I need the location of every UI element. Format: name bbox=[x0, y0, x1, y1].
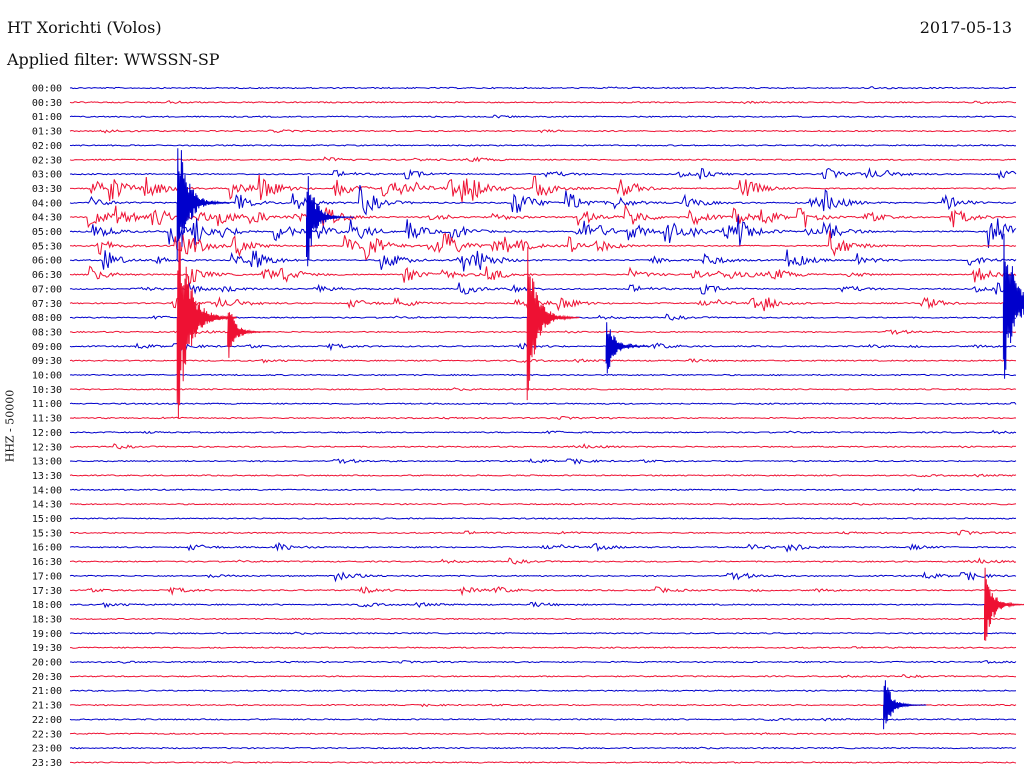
time-tick-label: 02:30 bbox=[32, 155, 62, 166]
time-tick-label: 09:30 bbox=[32, 356, 62, 367]
time-tick-label: 22:30 bbox=[32, 729, 62, 740]
trace-line bbox=[70, 327, 1017, 335]
trace-line bbox=[69, 203, 1017, 229]
trace-line bbox=[69, 429, 1017, 435]
time-tick-label: 21:30 bbox=[32, 701, 62, 712]
trace-line bbox=[69, 144, 1017, 147]
trace-line bbox=[69, 282, 1017, 295]
time-tick-label: 18:30 bbox=[32, 614, 62, 625]
time-tick-label: 13:00 bbox=[32, 457, 62, 468]
time-tick-label: 06:30 bbox=[32, 270, 62, 281]
trace-line bbox=[69, 703, 1017, 708]
time-tick-label: 05:00 bbox=[32, 227, 62, 238]
time-tick-label: 20:30 bbox=[32, 672, 62, 683]
time-tick-label: 17:30 bbox=[32, 586, 62, 597]
time-tick-label: 04:30 bbox=[32, 213, 62, 224]
trace-line bbox=[70, 174, 1017, 203]
time-tick-label: 11:30 bbox=[32, 414, 62, 425]
trace-line bbox=[69, 265, 1017, 284]
event-trace bbox=[526, 246, 580, 401]
time-tick-label: 19:00 bbox=[32, 629, 62, 640]
time-tick-label: 23:30 bbox=[32, 758, 62, 769]
trace-line bbox=[69, 617, 1017, 621]
time-tick-label: 14:30 bbox=[32, 500, 62, 511]
trace-line bbox=[69, 732, 1017, 736]
event-trace bbox=[1002, 233, 1024, 379]
trace-line bbox=[70, 761, 1017, 764]
time-tick-label: 07:00 bbox=[32, 284, 62, 295]
time-tick-label: 00:00 bbox=[32, 84, 62, 95]
trace-line bbox=[70, 646, 1017, 649]
trace-line bbox=[69, 473, 1017, 478]
trace-line bbox=[69, 167, 1017, 180]
time-tick-label: 21:00 bbox=[32, 686, 62, 697]
time-tick-label: 09:00 bbox=[32, 342, 62, 353]
time-tick-label: 03:30 bbox=[32, 184, 62, 195]
trace-line bbox=[69, 488, 1017, 492]
time-tick-label: 12:00 bbox=[32, 428, 62, 439]
time-tick-label: 22:00 bbox=[32, 715, 62, 726]
trace-line bbox=[69, 502, 1017, 506]
time-tick-label: 07:30 bbox=[32, 299, 62, 310]
time-tick-label: 04:00 bbox=[32, 198, 62, 209]
helicorder-plot: 00:00 00:30 01:00 01:30 02:00 02:30 03:00 03:30… bbox=[32, 84, 1024, 769]
trace-line bbox=[69, 674, 1016, 679]
time-tick-label: 08:00 bbox=[32, 313, 62, 324]
time-tick-label: 19:30 bbox=[32, 643, 62, 654]
trace-line bbox=[69, 458, 1017, 465]
time-tick-label: 08:30 bbox=[32, 327, 62, 338]
time-tick-label: 17:00 bbox=[32, 571, 62, 582]
trace-line bbox=[69, 541, 1017, 553]
trace-line bbox=[69, 586, 1017, 597]
time-tick-label: 20:00 bbox=[32, 658, 62, 669]
trace-line bbox=[69, 249, 1017, 272]
time-tick-label: 16:00 bbox=[32, 543, 62, 554]
event-trace bbox=[883, 680, 927, 730]
event-trace bbox=[176, 148, 230, 260]
time-tick-label: 12:30 bbox=[32, 442, 62, 453]
time-tick-label: 01:30 bbox=[32, 127, 62, 138]
event-trace bbox=[984, 567, 1024, 641]
trace-line bbox=[69, 156, 1017, 163]
trace-line bbox=[69, 114, 1017, 119]
time-tick-label: 15:00 bbox=[32, 514, 62, 525]
trace-line bbox=[69, 415, 1017, 420]
trace-line bbox=[69, 571, 1017, 583]
trace-line bbox=[69, 387, 1017, 391]
event-trace bbox=[227, 312, 271, 358]
time-tick-label: 11:00 bbox=[32, 399, 62, 410]
trace-line bbox=[69, 746, 1017, 750]
trace-line bbox=[69, 601, 1017, 609]
trace-line bbox=[70, 230, 1017, 262]
trace-line bbox=[69, 100, 1017, 105]
time-tick-label: 00:30 bbox=[32, 98, 62, 109]
trace-line bbox=[69, 631, 1017, 635]
time-tick-label: 02:00 bbox=[32, 141, 62, 152]
time-tick-label: 14:00 bbox=[32, 485, 62, 496]
trace-line bbox=[69, 86, 1017, 90]
trace-line bbox=[69, 373, 1017, 377]
trace-line bbox=[69, 401, 1017, 405]
time-tick-label: 23:00 bbox=[32, 744, 62, 755]
time-tick-label: 10:30 bbox=[32, 385, 62, 396]
time-tick-label: 10:00 bbox=[32, 371, 62, 382]
time-tick-label: 03:00 bbox=[32, 170, 62, 181]
trace-line bbox=[69, 557, 1017, 565]
trace-line bbox=[69, 342, 1017, 352]
trace-line bbox=[69, 529, 1017, 536]
trace-line bbox=[69, 443, 1017, 450]
trace-line bbox=[69, 689, 1017, 693]
time-tick-label: 05:30 bbox=[32, 241, 62, 252]
time-tick-label: 01:00 bbox=[32, 112, 62, 123]
trace-line bbox=[69, 128, 1016, 134]
trace-line bbox=[69, 717, 1017, 722]
time-tick-label: 16:30 bbox=[32, 557, 62, 568]
trace-line bbox=[69, 358, 1017, 364]
trace-line bbox=[70, 660, 1017, 665]
time-tick-label: 18:00 bbox=[32, 600, 62, 611]
time-tick-label: 15:30 bbox=[32, 528, 62, 539]
trace-line bbox=[69, 517, 1017, 520]
time-tick-label: 13:30 bbox=[32, 471, 62, 482]
time-tick-label: 06:00 bbox=[32, 256, 62, 267]
